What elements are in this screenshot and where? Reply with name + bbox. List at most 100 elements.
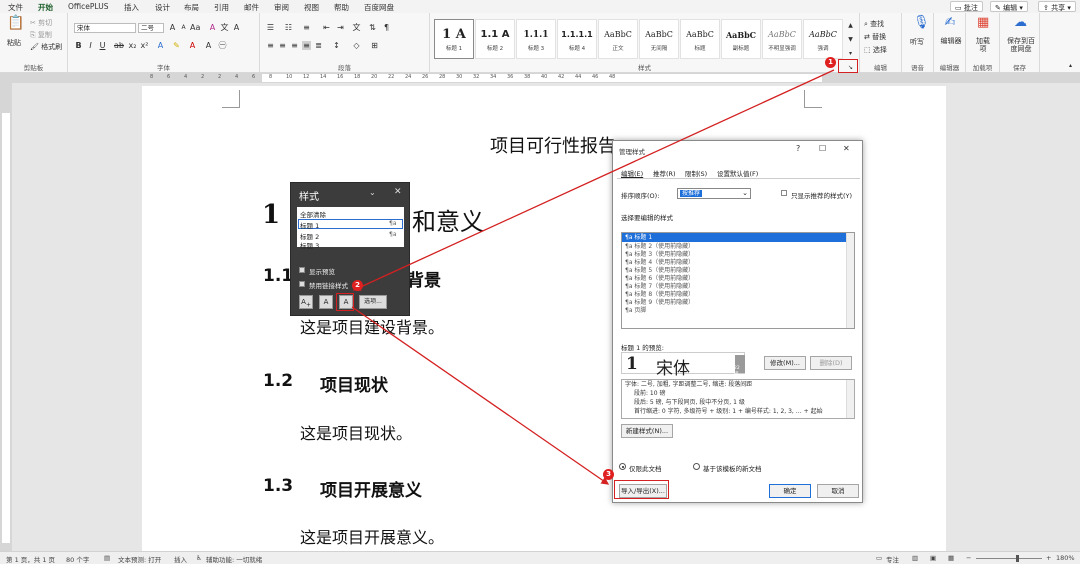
style-item-heading1[interactable]: 标题 1 [300,220,319,230]
style-heading2[interactable]: 1.1 A 标题 2 [475,19,515,59]
zoom-out-icon[interactable]: − [966,554,971,562]
format-painter-button[interactable]: 🖌 格式刷 [30,42,62,52]
gallery-more-icon[interactable]: ▾ [846,49,855,58]
heading2-2-number[interactable]: 1.2 [263,371,293,391]
delete-button[interactable]: 删除(D) [810,356,852,370]
listbox-scrollbar[interactable] [846,233,854,328]
paste-label[interactable]: 粘贴 [7,38,21,48]
sort-order-select[interactable]: 按推荐 ⌄ [677,188,751,199]
word-count[interactable]: 80 个字 [66,554,89,564]
style-inspector-icon[interactable]: A [319,295,333,309]
zoom-slider[interactable] [976,558,1042,559]
listbox-item[interactable]: ¶a 标题 8（使用前隐藏） [625,291,847,299]
baidu-cloud-icon[interactable]: ☁ [1014,16,1027,34]
new-style-button[interactable]: 新建样式(N)... [621,424,673,438]
align-center-icon[interactable]: ≡ [278,41,287,50]
paragraph-status[interactable]: 这是项目现状。 [300,420,412,444]
print-layout-icon[interactable]: ▣ [930,554,936,562]
highlight-icon[interactable]: ✎ [172,41,181,50]
enclose-char-icon[interactable]: ㊀ [218,41,227,50]
style-subtle-emphasis[interactable]: AaBbC 不明显强调 [762,19,802,59]
horizontal-ruler[interactable]: 8 6 4 2 2 4 6 8 10 12 14 16 18 20 22 24 26 28 30 32 34 36 38 40… [0,73,1080,83]
heading1-number[interactable]: 1 [262,200,280,230]
multilevel-list-icon[interactable]: ≡ [302,23,311,32]
listbox-item[interactable]: ¶a 页脚 [625,307,847,315]
italic-icon[interactable]: I [86,41,95,50]
increase-indent-icon[interactable]: ⇥ [336,23,345,32]
underline-icon[interactable]: U [98,41,107,50]
insert-mode[interactable]: 插入 [174,554,187,564]
tab-file[interactable]: 文件 [8,2,23,13]
change-case-icon[interactable]: Aa [190,23,200,32]
listbox-item[interactable]: ¶a 标题 6（使用前隐藏） [625,275,847,283]
align-right-icon[interactable]: ≡ [290,41,299,50]
style-no-spacing[interactable]: AaBbC 无间隔 [639,19,679,59]
tab-help[interactable]: 帮助 [334,2,349,13]
grow-font-icon[interactable]: A [168,23,177,32]
bold-icon[interactable]: B [74,41,83,50]
clear-format-icon[interactable]: A [208,23,217,32]
phonetic-icon[interactable]: 文 [220,23,229,32]
style-heading3[interactable]: 1.1.1 标题 3 [516,19,556,59]
find-button[interactable]: ⌕ 查找 [864,19,884,29]
description-scrollbar[interactable] [846,380,854,418]
font-color-icon[interactable]: A [188,41,197,50]
paste-icon[interactable]: 📋 [7,16,24,35]
focus-icon[interactable]: ▭ [876,554,882,562]
document-title[interactable]: 项目可行性报告 [490,132,616,158]
cut-button[interactable]: ✂ 剪切 [30,18,52,28]
disable-linked-checkbox[interactable] [299,281,305,287]
modify-button[interactable]: 修改(M)... [764,356,806,370]
superscript-icon[interactable]: x² [140,41,149,50]
tab-officeplus[interactable]: OfficePLUS [68,2,108,11]
style-item-heading3[interactable]: 标题 3 [300,240,319,250]
gallery-down-icon[interactable]: ▼ [846,35,855,44]
tab-insert[interactable]: 插入 [124,2,139,13]
heading2-1-text[interactable]: 背景 [407,266,441,291]
heading2-1-number[interactable]: 1.1 [263,266,293,286]
text-effects-icon[interactable]: A [156,41,165,50]
focus-mode[interactable]: 专注 [886,554,899,564]
addins-button-label[interactable]: 加载项 [974,37,992,53]
listbox-item[interactable]: ¶a 标题 2（使用前隐藏） [625,243,847,251]
edit-mode-button[interactable]: ✎ 编辑 ▾ [990,1,1028,12]
borders-icon[interactable]: ⊞ [370,41,379,50]
new-style-icon[interactable]: A+ [299,295,313,309]
tab-references[interactable]: 引用 [214,2,229,13]
help-icon[interactable]: ? [796,144,800,153]
tab-layout[interactable]: 布局 [184,2,199,13]
font-name-select[interactable]: 宋体 [74,23,136,33]
zoom-level[interactable]: 180% [1056,554,1075,562]
tab-baidu[interactable]: 百度网盘 [364,2,394,13]
page-count[interactable]: 第 1 页，共 1 页 [6,554,55,564]
distributed-icon[interactable]: ≣ [314,41,323,50]
copy-button[interactable]: ⎘ 复制 [30,30,52,40]
close-icon[interactable]: ✕ [843,144,850,153]
chinese-layout-icon[interactable]: 文 [352,23,361,32]
listbox-item[interactable]: ¶a 标题 3（使用前隐藏） [625,251,847,259]
vertical-ruler[interactable] [0,83,12,551]
editor-icon[interactable]: ✍ [944,16,956,34]
show-preview-checkbox[interactable] [299,267,305,273]
style-emphasis[interactable]: AaBbC 强调 [803,19,843,59]
accessibility-status[interactable]: 辅助功能: 一切就绪 [206,554,262,564]
share-button[interactable]: ⇪ 共享 ▾ [1038,1,1076,12]
tab-recommend[interactable]: 推荐(R) [653,168,676,178]
listbox-item[interactable]: ¶a 标题 4（使用前隐藏） [625,259,847,267]
listbox-item[interactable]: ¶a 标题 9（使用前隐藏） [625,299,847,307]
tab-mailings[interactable]: 邮件 [244,2,259,13]
heading1-text[interactable]: 和意义 [412,202,484,237]
strikethrough-icon[interactable]: ab [114,41,124,50]
cancel-button[interactable]: 取消 [817,484,859,498]
show-marks-icon[interactable]: ¶ [382,23,391,32]
heading2-3-number[interactable]: 1.3 [263,476,293,496]
addins-icon[interactable]: ▦ [977,16,989,34]
listbox-item[interactable]: ¶a 标题 1 [625,234,847,242]
tab-edit[interactable]: 编辑(E) [621,168,643,178]
tab-review[interactable]: 审阅 [274,2,289,13]
font-size-select[interactable]: 二号 [138,23,164,33]
decrease-indent-icon[interactable]: ⇤ [322,23,331,32]
bullets-icon[interactable]: ☰ [266,23,275,32]
pane-options-icon[interactable]: ⌄ [369,188,376,197]
maximize-icon[interactable]: ☐ [819,144,826,153]
